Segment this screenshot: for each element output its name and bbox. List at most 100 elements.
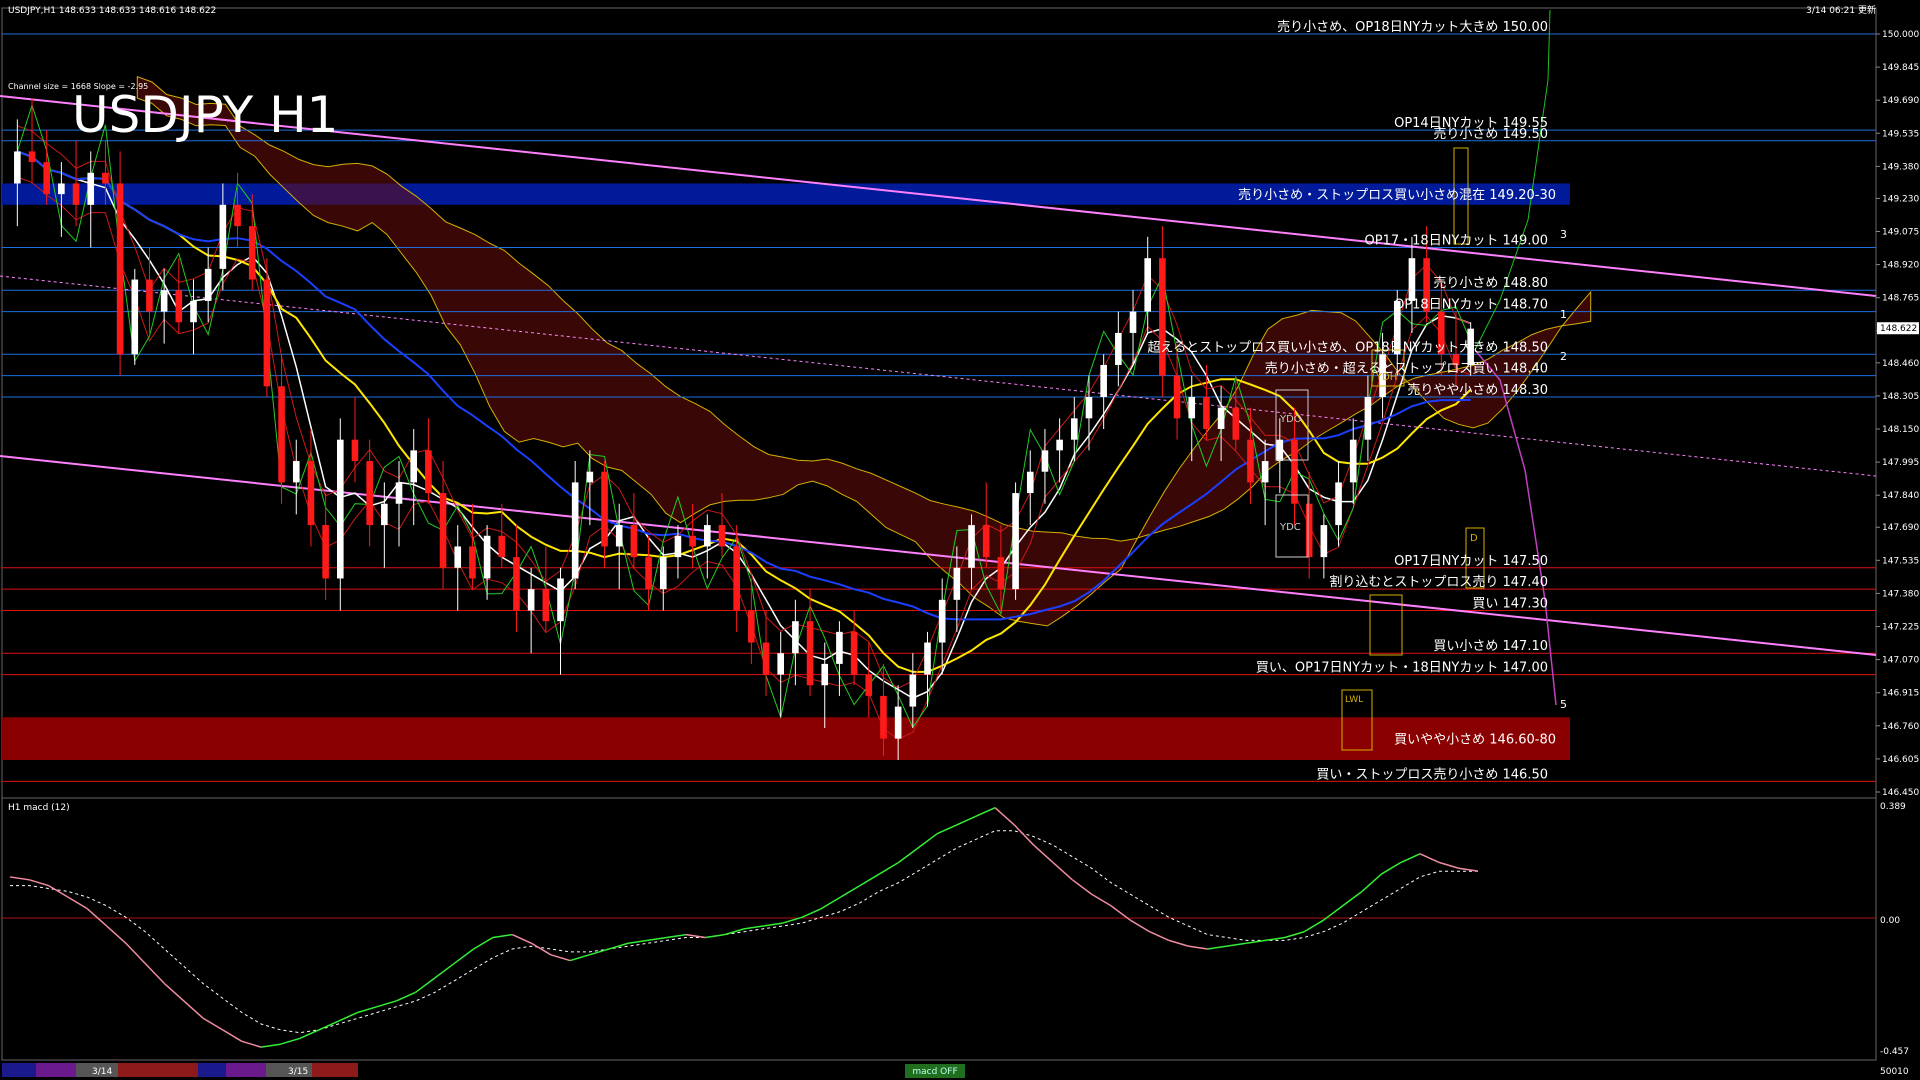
session-block-7 — [226, 1063, 266, 1077]
current-price-label: 148.622 — [1880, 324, 1917, 334]
macd-axis-zero: 0.00 — [1880, 916, 1900, 926]
timeline-footer[interactable]: 3/14 3/15 macd OFF 50010 — [0, 1062, 1920, 1080]
price-axis-label: 147.690 — [1882, 523, 1919, 533]
candle-body — [1026, 471, 1034, 494]
candle-body — [14, 151, 21, 184]
candle-body — [938, 599, 946, 643]
macd-axis-bottom: -0.457 — [1880, 1047, 1909, 1057]
candle-body — [924, 642, 931, 675]
candle-body — [571, 482, 579, 579]
candle-body — [615, 525, 623, 547]
level-label: 買い小さめ 147.10 — [1433, 639, 1548, 654]
candle-body — [1247, 439, 1254, 483]
candle-body — [410, 450, 418, 483]
candle-body — [909, 674, 917, 707]
candle-body — [131, 279, 139, 355]
candle-body — [72, 183, 80, 205]
macd-label: H1 macd (12) — [8, 803, 70, 813]
candle-body — [204, 268, 212, 301]
level-label: OP17・18日NYカット 149.00 — [1365, 234, 1548, 249]
candle-body — [1261, 461, 1269, 483]
candle-body — [28, 151, 36, 163]
candle-body — [1305, 503, 1313, 558]
price-axis-label: 149.535 — [1882, 129, 1919, 139]
candle-body — [953, 567, 961, 600]
d-label: D — [1470, 533, 1478, 544]
candle-body — [836, 631, 843, 664]
footer-date-1: 3/14 — [92, 1067, 112, 1077]
ydc-label: YDC — [1279, 522, 1301, 533]
candle-body — [219, 204, 227, 269]
candle-body — [190, 300, 197, 323]
level-label: 買い 147.30 — [1472, 597, 1548, 612]
candle-body — [102, 172, 109, 184]
candle-body — [718, 525, 726, 547]
candle-body — [674, 535, 682, 558]
price-axis-label: 148.305 — [1882, 392, 1919, 402]
zone-band-label: 売り小さめ・ストップロス買い小さめ混在 149.20-30 — [1238, 187, 1556, 203]
candle-body — [175, 290, 183, 323]
candle-body — [336, 439, 344, 579]
level-label: 売りやや小さめ 148.30 — [1407, 382, 1548, 398]
candle-body — [58, 183, 65, 195]
level-label: 売り小さめ、OP18日NYカット大きめ 150.00 — [1277, 19, 1548, 35]
candle-body — [850, 631, 858, 675]
price-axis-label: 147.225 — [1882, 623, 1919, 633]
candle-body — [1291, 439, 1298, 504]
candle-body — [425, 450, 432, 494]
candle-body — [645, 557, 652, 590]
price-axis-label: 148.765 — [1882, 294, 1919, 304]
header-info: USDJPY,H1 148.633 148.633 148.616 148.62… — [8, 6, 216, 16]
candle-body — [865, 674, 873, 696]
candle-body — [1012, 493, 1019, 590]
session-block-5 — [158, 1063, 198, 1077]
candle-body — [469, 546, 476, 579]
candle-body — [1408, 258, 1416, 301]
candle-body — [248, 226, 256, 280]
candle-body — [527, 589, 535, 611]
candle-body — [43, 162, 51, 195]
level-label: 買い・ストップロス売り小さめ 146.50 — [1316, 766, 1548, 782]
candle-body — [997, 557, 1005, 590]
candle-body — [689, 535, 696, 547]
price-axis-label: 149.845 — [1882, 63, 1919, 73]
candle-body — [748, 610, 755, 643]
candle-body — [322, 525, 329, 579]
candle-body — [1070, 418, 1078, 440]
candle-body — [557, 578, 564, 622]
candle-body — [792, 621, 799, 654]
candle-body — [601, 471, 608, 547]
session-block-4 — [118, 1063, 158, 1077]
candle-body — [307, 461, 315, 526]
candle-body — [982, 525, 990, 558]
level-label: 買い、OP17日NYカット・18日NYカット 147.00 — [1256, 661, 1548, 676]
price-axis-label: 146.605 — [1882, 755, 1919, 765]
candle-body — [1335, 482, 1342, 526]
candle-body — [146, 279, 153, 312]
candle-body — [498, 535, 506, 558]
level-label: OP17日NYカット 147.50 — [1394, 554, 1548, 569]
candle-body — [542, 589, 550, 622]
candle-body — [659, 557, 667, 590]
price-axis-label: 147.535 — [1882, 556, 1919, 566]
chart-root: YDO YDC YDH LWL D 1 2 3 5 売り小さめ・ストップロス買い… — [0, 0, 1920, 1080]
candle-body — [234, 204, 241, 227]
candle-body — [880, 695, 887, 739]
header-timestamp: 3/14 06:21 更新 — [1806, 4, 1876, 16]
candle-body — [351, 439, 359, 462]
candle-body — [1173, 375, 1181, 419]
price-axis-label: 146.450 — [1882, 788, 1919, 798]
session-block-6 — [198, 1063, 226, 1077]
candle-body — [278, 386, 285, 483]
price-axis-label: 150.000 — [1882, 30, 1919, 40]
candle-body — [1364, 396, 1372, 440]
candle-body — [1144, 258, 1152, 312]
candle-body — [968, 525, 975, 568]
candle-body — [806, 621, 814, 686]
price-axis-label: 147.995 — [1882, 458, 1919, 468]
wave-label-1: 1 — [1560, 308, 1567, 321]
session-block-1 — [2, 1063, 36, 1077]
candle-body — [366, 461, 373, 526]
price-axis-label: 148.460 — [1882, 359, 1919, 369]
candle-body — [1276, 439, 1284, 462]
